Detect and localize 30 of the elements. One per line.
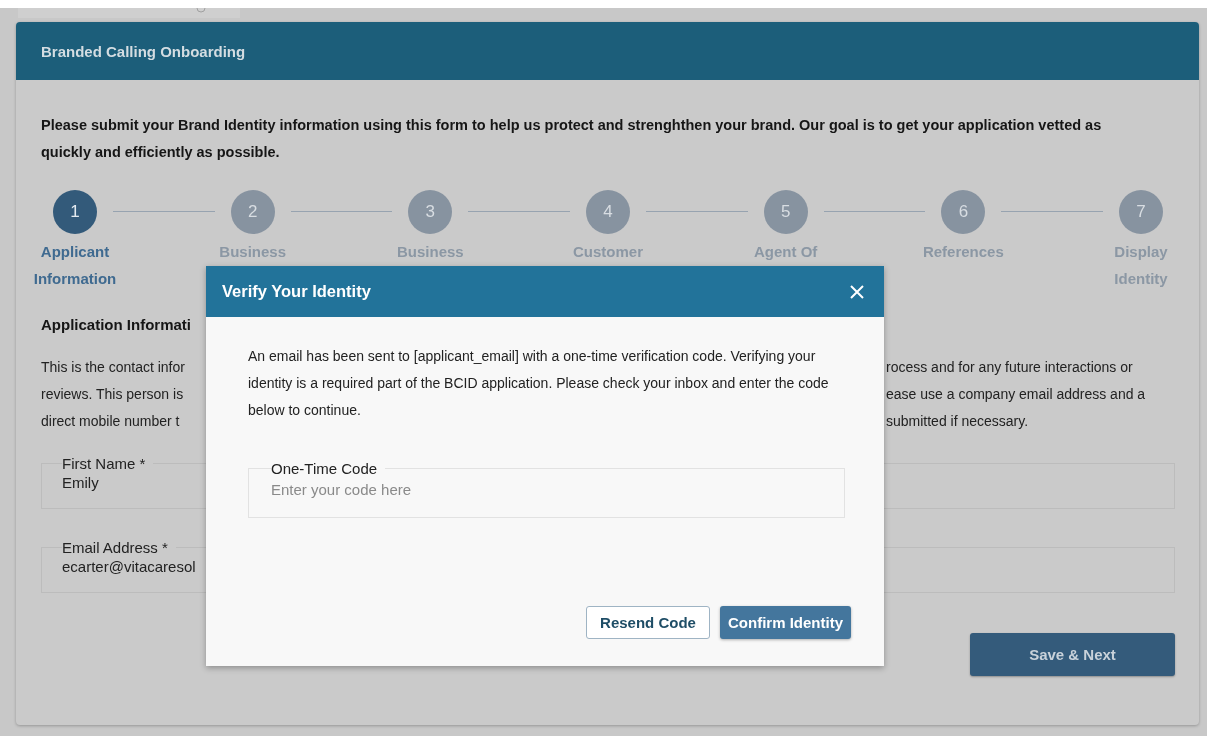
description-text: direct mobile number t — [41, 412, 181, 431]
card-title: Branded Calling Onboarding — [41, 42, 246, 60]
step-label: Business — [218, 242, 287, 262]
dialog-message: An email has been sent to [applicant_email] with a one-time verification code. Verifying your identity is a required part of the BCID application. Please check your inbox and enter the code below to continue. — [248, 347, 830, 420]
field-label: One-Time Code — [271, 460, 379, 477]
section-title: Application Informati — [41, 316, 191, 335]
step-label: Customer — [572, 242, 644, 262]
description-text: This is the contact infor — [41, 358, 186, 377]
confirm-button[interactable]: Confirm Identity — [720, 606, 851, 639]
description-text: ease use a company email address and a — [886, 385, 1147, 404]
step-label: Agent Of — [753, 242, 819, 262]
dialog-title: Verify Your Identity — [222, 282, 371, 301]
close-icon[interactable] — [849, 283, 865, 300]
description-text: rocess and for any future interactions or — [886, 358, 1134, 377]
step-label: Applicant Information — [32, 242, 118, 289]
code-field[interactable]: One-Time Code Enter your code here — [248, 460, 845, 518]
step-label: Business — [396, 242, 465, 262]
text-input[interactable]: ecarter@vitacaresol — [62, 556, 202, 577]
description-text: reviews. This person is — [41, 385, 185, 404]
text-input[interactable]: Emily — [62, 472, 202, 493]
code-input[interactable]: Enter your code here — [271, 477, 571, 502]
step-label: Display Identity — [1113, 242, 1169, 289]
field-label: First Name * — [62, 455, 147, 472]
field-label: Email Address * — [62, 539, 169, 556]
description-text: submitted if necessary. — [886, 412, 1030, 431]
step-circle[interactable]: 1 — [53, 190, 97, 234]
step-label: References — [921, 242, 1005, 262]
intro-text: Please submit your Brand Identity information using this form to help us protect and strenghthen your brand. Our goal is to get your application vetted as quickly and efficiently as possible. — [41, 116, 1103, 162]
resend-button[interactable]: Resend Code — [586, 606, 710, 639]
save-next-button[interactable]: Save & Next — [970, 633, 1175, 676]
